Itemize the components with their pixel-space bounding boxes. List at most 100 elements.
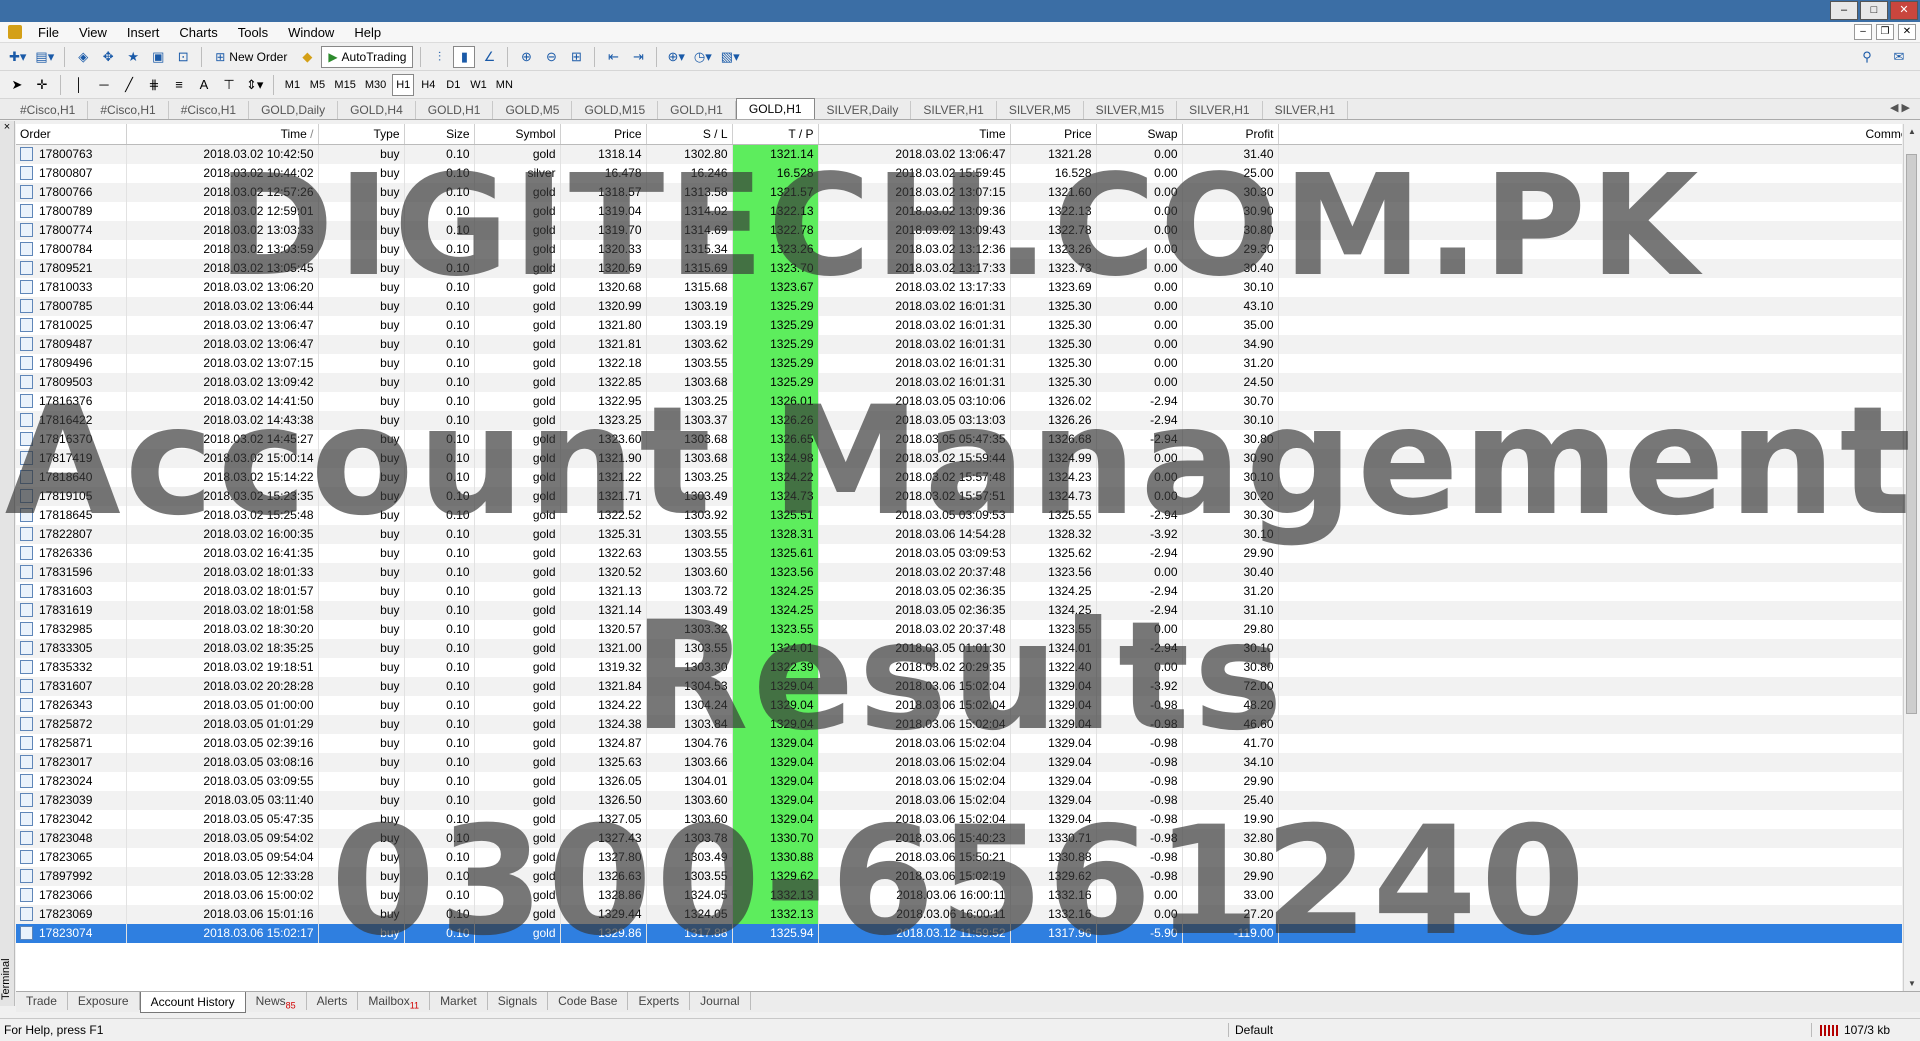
menu-insert[interactable]: Insert	[117, 25, 170, 40]
table-row[interactable]: 17816422 2018.03.02 14:43:38 buy 0.10 gold 13…	[16, 411, 1902, 430]
table-row[interactable]: 17819105 2018.03.02 15:23:35 buy 0.10 gold 13…	[16, 487, 1902, 506]
line-chart-icon[interactable]: ∠	[478, 46, 500, 68]
chart-tab[interactable]: SILVER,Daily	[815, 101, 912, 119]
table-row[interactable]: 17823066 2018.03.06 15:00:02 buy 0.10 gold 13…	[16, 886, 1902, 905]
trendline-icon[interactable]: ╱	[118, 74, 140, 96]
table-row[interactable]: 17831607 2018.03.02 20:28:28 buy 0.10 gold 13…	[16, 677, 1902, 696]
chart-tab[interactable]: GOLD,M15	[572, 101, 659, 119]
terminal-tab[interactable]: Experts	[628, 992, 691, 1010]
zoom-in-icon[interactable]: ⊕	[515, 46, 537, 68]
search-icon[interactable]: ⚲	[1856, 46, 1878, 68]
bar-chart-icon[interactable]: ⫶	[428, 46, 450, 68]
text-icon[interactable]: A	[193, 74, 215, 96]
periods-icon[interactable]: ◷▾	[691, 46, 715, 68]
zoom-out-icon[interactable]: ⊖	[540, 46, 562, 68]
table-row[interactable]: 17823042 2018.03.05 05:47:35 buy 0.10 gold 13…	[16, 810, 1902, 829]
tile-windows-icon[interactable]: ⊞	[565, 46, 587, 68]
table-row[interactable]: 17897992 2018.03.05 12:33:28 buy 0.10 gold 13…	[16, 867, 1902, 886]
table-row[interactable]: 17818640 2018.03.02 15:14:22 buy 0.10 gold 13…	[16, 468, 1902, 487]
terminal-tab[interactable]: Account History	[139, 992, 246, 1013]
menu-tools[interactable]: Tools	[228, 25, 278, 40]
col-tp[interactable]: T / P	[732, 124, 819, 145]
col-order[interactable]: Order	[16, 124, 127, 145]
table-row[interactable]: 17810025 2018.03.02 13:06:47 buy 0.10 gold 13…	[16, 316, 1902, 335]
channel-icon[interactable]: ⋕	[143, 74, 165, 96]
fibonacci-icon[interactable]: ≡	[168, 74, 190, 96]
table-row[interactable]: 17831596 2018.03.02 18:01:33 buy 0.10 gold 13…	[16, 563, 1902, 582]
table-row[interactable]: 17800774 2018.03.02 13:03:33 buy 0.10 gold 13…	[16, 221, 1902, 240]
col-close-time[interactable]: Time	[818, 124, 1011, 145]
chart-tab[interactable]: #Cisco,H1	[169, 101, 250, 119]
mdi-minimize-button[interactable]: –	[1854, 24, 1872, 40]
col-swap[interactable]: Swap	[1096, 124, 1183, 145]
candlestick-icon[interactable]: ▮	[453, 45, 476, 68]
table-row[interactable]: 17809496 2018.03.02 13:07:15 buy 0.10 gold 13…	[16, 354, 1902, 373]
table-row[interactable]: 17826336 2018.03.02 16:41:35 buy 0.10 gold 13…	[16, 544, 1902, 563]
col-size[interactable]: Size	[404, 124, 475, 145]
table-row[interactable]: 17822807 2018.03.02 16:00:35 buy 0.10 gold 13…	[16, 525, 1902, 544]
terminal-tab[interactable]: Mailbox11	[358, 992, 431, 1010]
profiles-icon[interactable]: ▤▾	[32, 46, 57, 68]
chart-tab[interactable]: GOLD,H1	[658, 101, 736, 119]
indicators-icon[interactable]: ⊕▾	[664, 46, 687, 68]
table-row[interactable]: 17800766 2018.03.02 12:57:26 buy 0.10 gold 13…	[16, 183, 1902, 202]
table-row[interactable]: 17817419 2018.03.02 15:00:14 buy 0.10 gold 13…	[16, 449, 1902, 468]
vertical-scrollbar[interactable]: ▲ ▼	[1903, 124, 1920, 992]
table-row[interactable]: 17800789 2018.03.02 12:59:01 buy 0.10 gold 13…	[16, 202, 1902, 221]
timeframe-m5[interactable]: M5	[306, 74, 328, 96]
table-row[interactable]: 17823024 2018.03.05 03:09:55 buy 0.10 gold 13…	[16, 772, 1902, 791]
table-row[interactable]: 17810033 2018.03.02 13:06:20 buy 0.10 gold 13…	[16, 278, 1902, 297]
col-close-price[interactable]: Price	[1010, 124, 1097, 145]
vertical-line-icon[interactable]: │	[68, 74, 90, 96]
col-sl[interactable]: S / L	[646, 124, 733, 145]
table-row[interactable]: 17823074 2018.03.06 15:02:17 buy 0.10 gold 13…	[16, 924, 1902, 943]
menu-help[interactable]: Help	[344, 25, 391, 40]
table-row[interactable]: 17823069 2018.03.06 15:01:16 buy 0.10 gold 13…	[16, 905, 1902, 924]
table-row[interactable]: 17823065 2018.03.05 09:54:04 buy 0.10 gold 13…	[16, 848, 1902, 867]
table-row[interactable]: 17816376 2018.03.02 14:41:50 buy 0.10 gold 13…	[16, 392, 1902, 411]
terminal-tab[interactable]: News85	[246, 992, 307, 1010]
chart-tab[interactable]: GOLD,H1	[416, 101, 494, 119]
chart-tab[interactable]: #Cisco,H1	[8, 101, 89, 119]
cursor-icon[interactable]: ➤	[6, 74, 28, 96]
menu-file[interactable]: File	[28, 25, 69, 40]
mdi-restore-button[interactable]: ❐	[1876, 24, 1894, 40]
timeframe-d1[interactable]: D1	[442, 74, 464, 96]
new-chart-icon[interactable]: ✚▾	[6, 46, 29, 68]
chart-shift-icon[interactable]: ⇥	[627, 46, 649, 68]
close-terminal-icon[interactable]: ×	[0, 121, 14, 133]
menu-window[interactable]: Window	[278, 25, 344, 40]
timeframe-m15[interactable]: M15	[331, 74, 358, 96]
menu-view[interactable]: View	[69, 25, 117, 40]
chart-tab[interactable]: GOLD,H4	[338, 101, 416, 119]
data-window-icon[interactable]: ✥	[97, 46, 119, 68]
chart-tab[interactable]: #Cisco,H1	[88, 101, 169, 119]
chart-tab[interactable]: SILVER,H1	[1263, 101, 1349, 119]
table-row[interactable]: 17825871 2018.03.05 02:39:16 buy 0.10 gold 13…	[16, 734, 1902, 753]
autotrading-button[interactable]: ▶ AutoTrading	[321, 45, 414, 68]
auto-scroll-icon[interactable]: ⇤	[602, 46, 624, 68]
minimize-button[interactable]: –	[1830, 1, 1858, 20]
scroll-up-icon[interactable]: ▲	[1904, 124, 1920, 140]
table-row[interactable]: 17809521 2018.03.02 13:05:45 buy 0.10 gold 13…	[16, 259, 1902, 278]
chart-tab[interactable]: SILVER,M5	[997, 101, 1084, 119]
col-profit[interactable]: Profit	[1182, 124, 1279, 145]
metaeditor-icon[interactable]: ◆	[296, 46, 318, 68]
table-row[interactable]: 17835332 2018.03.02 19:18:51 buy 0.10 gold 13…	[16, 658, 1902, 677]
table-row[interactable]: 17823048 2018.03.05 09:54:02 buy 0.10 gold 13…	[16, 829, 1902, 848]
chart-tab[interactable]: GOLD,M5	[493, 101, 573, 119]
col-open-price[interactable]: Price	[560, 124, 647, 145]
new-order-button[interactable]: ⊞ New Order	[209, 46, 293, 68]
terminal-tab[interactable]: Alerts	[307, 992, 359, 1010]
arrows-icon[interactable]: ⇕▾	[243, 74, 266, 96]
timeframe-w1[interactable]: W1	[467, 74, 490, 96]
terminal-tab[interactable]: Trade	[16, 992, 68, 1010]
table-row[interactable]: 17800785 2018.03.02 13:06:44 buy 0.10 gold 13…	[16, 297, 1902, 316]
chat-icon[interactable]: ✉	[1888, 46, 1910, 68]
table-row[interactable]: 17823017 2018.03.05 03:08:16 buy 0.10 gold 13…	[16, 753, 1902, 772]
table-row[interactable]: 17800763 2018.03.02 10:42:50 buy 0.10 gold 13…	[16, 144, 1902, 164]
close-button[interactable]: ✕	[1890, 1, 1918, 20]
table-row[interactable]: 17818645 2018.03.02 15:25:48 buy 0.10 gold 13…	[16, 506, 1902, 525]
horizontal-line-icon[interactable]: ─	[93, 74, 115, 96]
timeframe-h4[interactable]: H4	[417, 74, 439, 96]
